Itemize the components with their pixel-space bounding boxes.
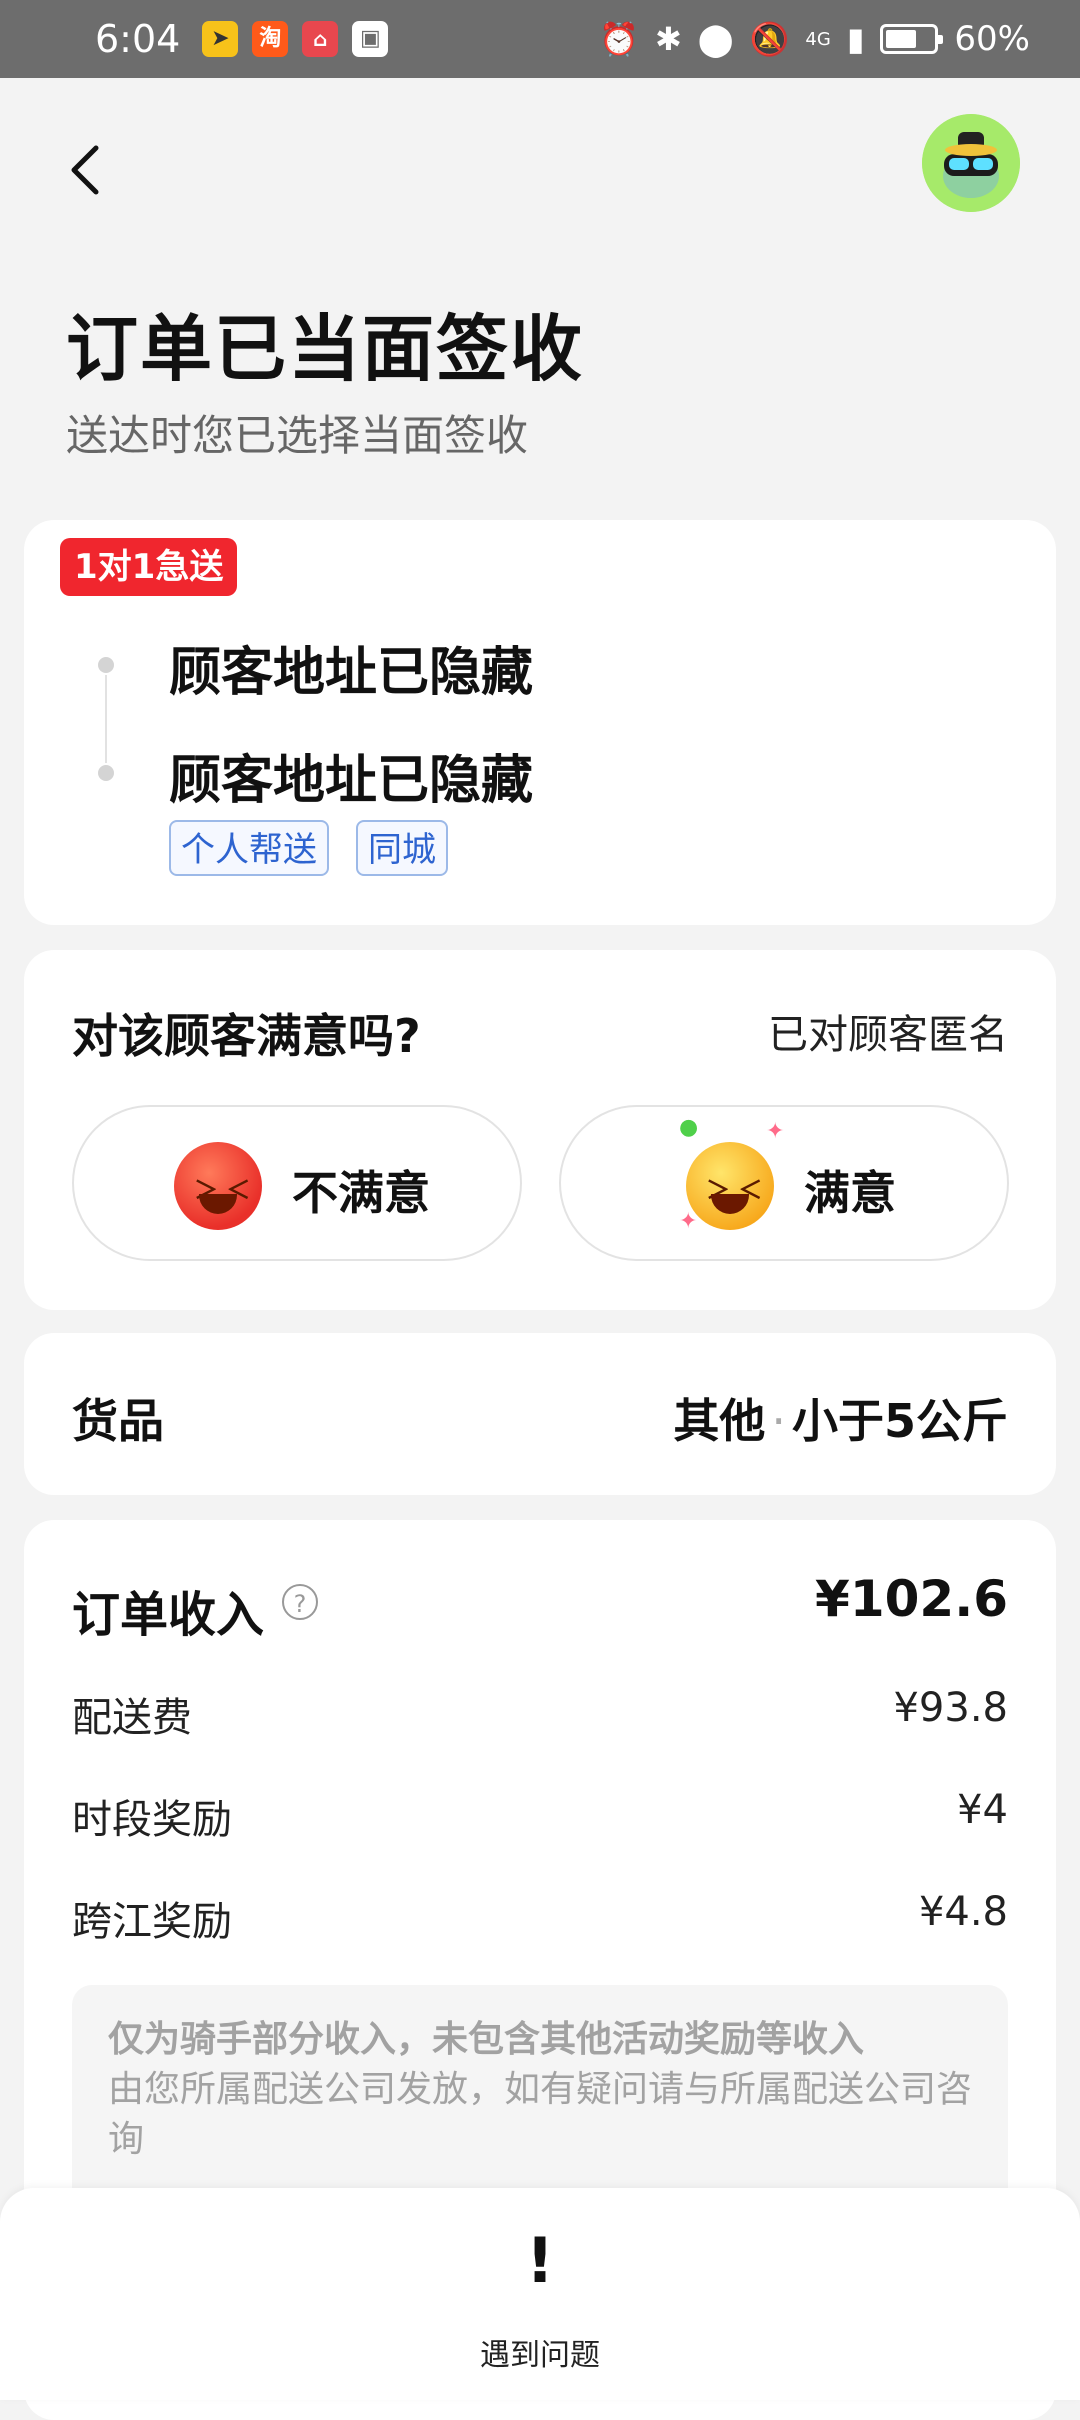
satisfied-button[interactable]: ● ✦ ✦ ＞ ＜ 满意 [559, 1105, 1009, 1261]
satisfied-label: 满意 [804, 1166, 896, 1220]
sparkle-icon: ✦ [766, 1119, 785, 1144]
income-total: ¥102.6 [815, 1570, 1008, 1628]
income-item-value: ¥4 [957, 1787, 1008, 1833]
status-bar-left: 6:04 ➤ 淘 ⌂ ▣ [95, 17, 389, 61]
taobao-icon: 淘 [252, 21, 289, 57]
goods-separator: · [771, 1394, 786, 1448]
page-subtitle: 送达时您已选择当面签收 [66, 411, 529, 460]
goods-value: 其他 · 小于5公斤 [673, 1385, 1008, 1451]
route-line [105, 675, 107, 763]
battery-percent: 60% [954, 19, 1030, 59]
bottom-bar: ! 遇到问题 [0, 2188, 1080, 2400]
anonymous-note: 已对顾客匿名 [768, 1012, 1008, 1058]
report-problem-icon[interactable]: ! [0, 2230, 1080, 2292]
pickup-dot-icon [98, 657, 114, 673]
angry-face-icon: ＞ ＜ [174, 1142, 262, 1230]
goods-label: 货品 [72, 1394, 164, 1448]
chip-personal-delivery: 个人帮送 [169, 820, 329, 876]
chip-same-city: 同城 [356, 820, 448, 876]
signal-icon: ▮ [846, 20, 865, 58]
huawei-store-icon: ⌂ [302, 21, 339, 57]
back-icon[interactable] [62, 140, 106, 200]
page-title: 订单已当面签收 [66, 307, 585, 391]
location-icon: ⬤ [697, 20, 734, 58]
route-card: 1对1急送 顾客地址已隐藏 顾客地址已隐藏 个人帮送 同城 [24, 520, 1056, 925]
network-type: 4G [805, 28, 831, 50]
dissatisfied-button[interactable]: ＞ ＜ 不满意 [72, 1105, 522, 1261]
laughing-face-icon: ＞ ＜ [686, 1142, 774, 1230]
goods-category: 其他 [673, 1394, 766, 1448]
alarm-icon: ⏰ [599, 20, 639, 58]
status-time: 6:04 [95, 17, 181, 61]
goods-card: 货品 其他 · 小于5公斤 [24, 1333, 1056, 1495]
report-problem-button[interactable]: 遇到问题 [0, 2330, 1080, 2374]
status-bar: 6:04 ➤ 淘 ⌂ ▣ ⏰ ✱ ⬤ 🔕 4G ▮ 60% [0, 0, 1080, 78]
gallery-icon: ▣ [352, 21, 389, 57]
bluetooth-icon: ✱ [654, 20, 682, 58]
income-note-line2: 由您所属配送公司发放，如有疑问请与所属配送公司咨询 [108, 2069, 973, 2160]
income-note-line1: 仅为骑手部分收入，未包含其他活动奖励等收入 [108, 2019, 865, 2060]
income-item-label: 跨江奖励 [72, 1899, 232, 1945]
sparkle-icon: ● [679, 1115, 699, 1140]
income-item-label: 时段奖励 [72, 1797, 232, 1843]
help-icon[interactable]: ? [282, 1584, 318, 1620]
satisfaction-question: 对该顾客满意吗? [72, 1009, 421, 1063]
urgent-delivery-tag: 1对1急送 [60, 538, 238, 596]
mute-icon: 🔕 [749, 20, 790, 58]
battery-icon [880, 24, 944, 54]
satisfaction-card: 对该顾客满意吗? 已对顾客匿名 ＞ ＜ 不满意 ● ✦ ✦ ＞ ＜ 满意 [24, 950, 1056, 1310]
goods-weight: 小于5公斤 [791, 1394, 1008, 1448]
avatar[interactable] [922, 114, 1020, 212]
income-title: 订单收入 [72, 1587, 265, 1643]
pickup-address: 顾客地址已隐藏 [169, 643, 534, 703]
income-item-label: 配送费 [72, 1695, 192, 1741]
notification-app-1-icon: ➤ [202, 21, 239, 57]
dropoff-dot-icon [98, 765, 114, 781]
dropoff-address: 顾客地址已隐藏 [169, 751, 534, 811]
income-item-value: ¥93.8 [893, 1685, 1008, 1731]
dissatisfied-label: 不满意 [292, 1166, 430, 1220]
status-bar-right: ⏰ ✱ ⬤ 🔕 4G ▮ 60% [599, 19, 1030, 59]
income-item-value: ¥4.8 [918, 1889, 1008, 1935]
